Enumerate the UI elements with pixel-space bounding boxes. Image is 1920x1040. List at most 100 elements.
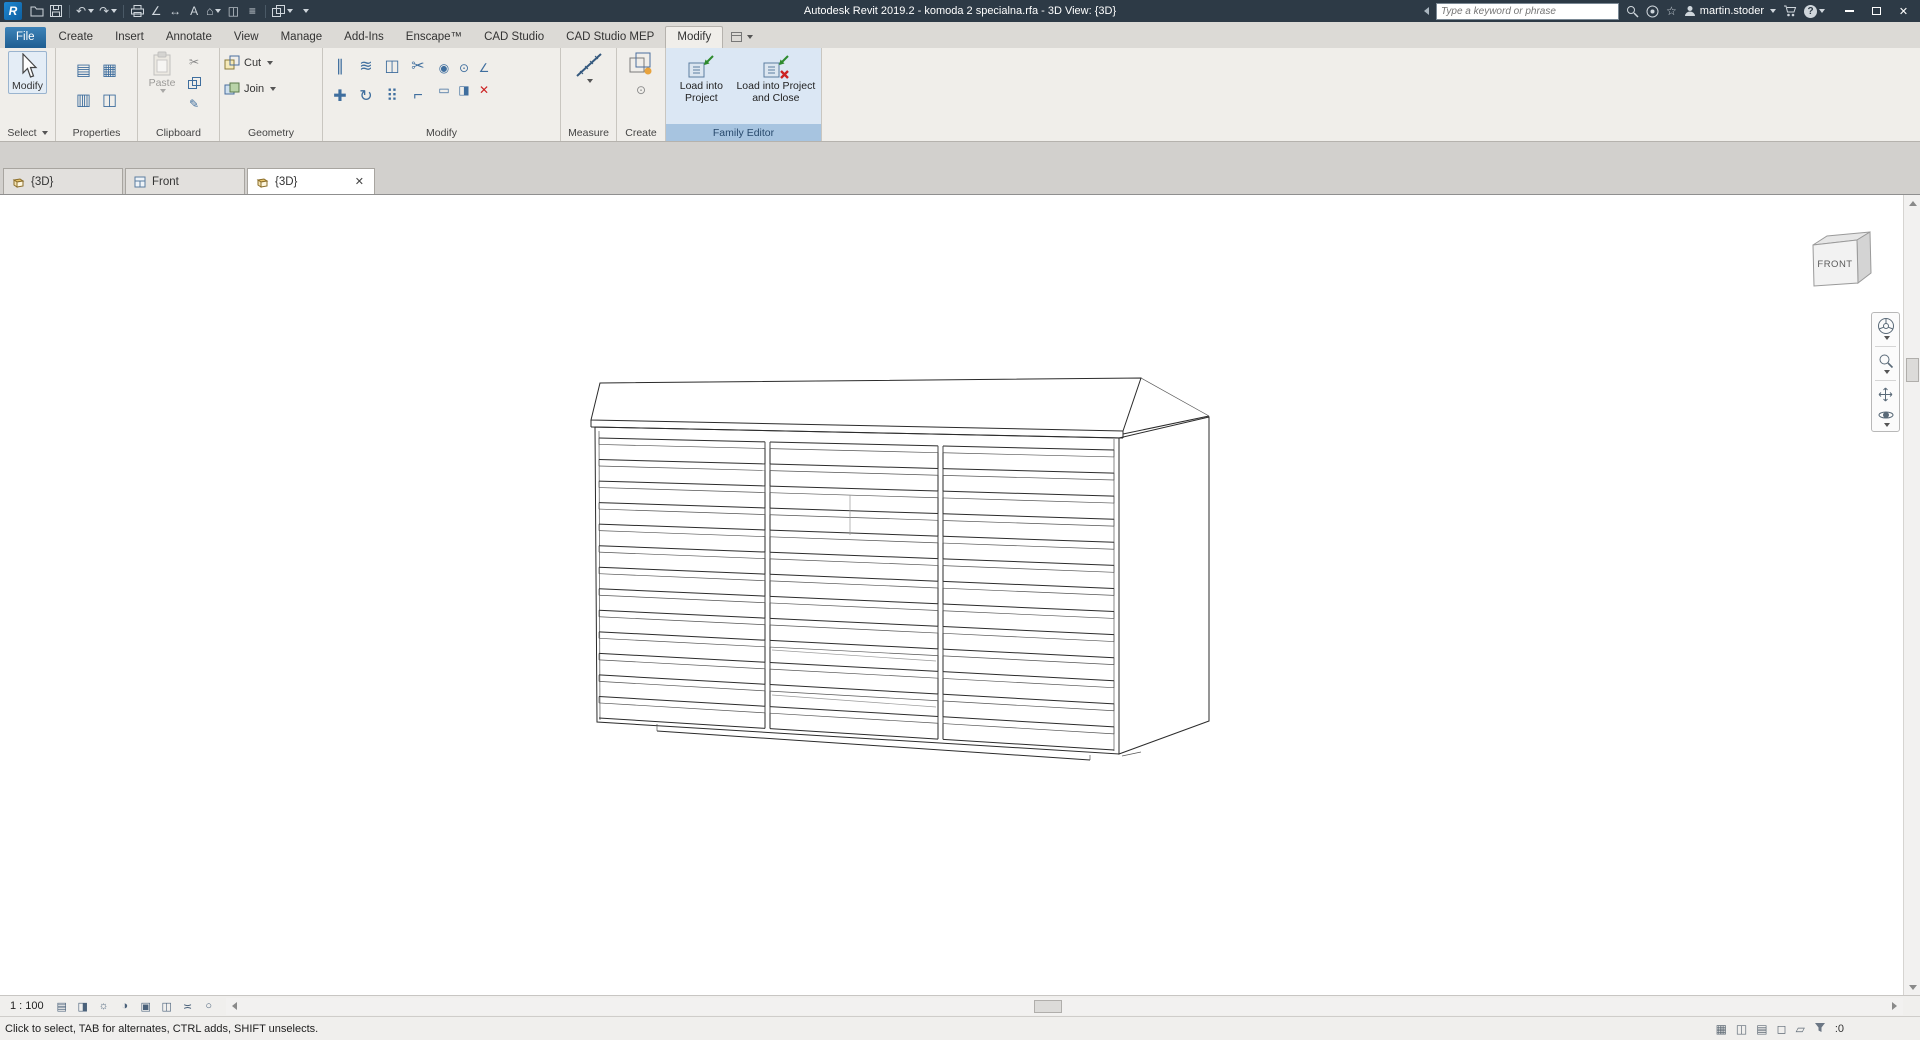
help-icon[interactable]: ?: [1804, 4, 1825, 18]
split-with-gap-icon[interactable]: ▭: [435, 81, 453, 99]
view-tab-3d-active[interactable]: {3D} ✕: [247, 168, 375, 194]
copy-to-clipboard-icon[interactable]: [185, 74, 203, 92]
modify-button[interactable]: Modify: [8, 51, 47, 94]
tab-annotate[interactable]: Annotate: [155, 27, 223, 48]
array-icon[interactable]: ⠿: [380, 84, 404, 108]
load-into-project-button[interactable]: Load into Project: [670, 51, 733, 104]
drawing-area[interactable]: FRONT: [0, 195, 1920, 995]
scroll-up-icon[interactable]: [1904, 195, 1920, 211]
close-button[interactable]: ✕: [1890, 0, 1917, 22]
infocenter-collapse-icon[interactable]: [1424, 7, 1430, 15]
select-panel-label[interactable]: Select: [0, 124, 55, 141]
maximize-button[interactable]: [1863, 0, 1890, 22]
revit-logo[interactable]: R: [4, 2, 22, 20]
unpin-icon[interactable]: ⊙: [455, 59, 473, 77]
move-icon[interactable]: ✚: [328, 84, 352, 108]
properties-tool-icon[interactable]: ▥: [72, 88, 96, 112]
properties-icon[interactable]: ▤: [72, 58, 96, 82]
show-crop-region-icon[interactable]: ◫: [158, 998, 176, 1014]
worksets-icon[interactable]: ▦: [1716, 1022, 1727, 1036]
align-icon[interactable]: ∥: [328, 54, 352, 78]
measure-icon[interactable]: ∠: [147, 2, 165, 20]
tab-modify[interactable]: Modify: [665, 26, 724, 48]
create-similar-icon[interactable]: ⊙: [632, 81, 650, 99]
default-3d-view-icon[interactable]: ⌂: [204, 2, 223, 20]
detail-level-icon[interactable]: ▤: [53, 998, 71, 1014]
properties-tool-icon[interactable]: ◫: [98, 88, 122, 112]
crop-view-icon[interactable]: ▣: [137, 998, 155, 1014]
reveal-hidden-elements-icon[interactable]: ○: [200, 998, 218, 1014]
text-icon[interactable]: A: [185, 2, 203, 20]
close-view-tab-icon[interactable]: ✕: [353, 175, 366, 188]
exclude-options-icon[interactable]: ◻: [1777, 1022, 1787, 1036]
viewcube[interactable]: FRONT: [1804, 225, 1876, 300]
visual-style-icon[interactable]: ◨: [74, 998, 92, 1014]
customize-qat-icon[interactable]: [296, 2, 314, 20]
tab-create[interactable]: Create: [48, 27, 105, 48]
trim-extend-icon[interactable]: ⌐: [406, 84, 430, 108]
scroll-left-icon[interactable]: [226, 998, 243, 1014]
pin-icon[interactable]: ◉: [435, 59, 453, 77]
print-icon[interactable]: [128, 2, 146, 20]
cut-geometry-button[interactable]: Cut: [224, 51, 274, 75]
drawing-canvas[interactable]: [0, 195, 1920, 995]
minimize-button[interactable]: [1836, 0, 1863, 22]
app-store-cart-icon[interactable]: [1783, 5, 1797, 17]
split-element-icon[interactable]: ✂: [406, 54, 430, 78]
pan-icon[interactable]: [1878, 387, 1893, 402]
switch-windows-icon[interactable]: [270, 2, 295, 20]
filter-icon[interactable]: [1814, 1022, 1826, 1036]
orbit-icon[interactable]: [1878, 408, 1894, 427]
scroll-right-icon[interactable]: [1886, 998, 1903, 1014]
create-group-button[interactable]: [628, 51, 654, 77]
open-icon[interactable]: [28, 2, 46, 20]
design-options-icon[interactable]: ◫: [1736, 1022, 1747, 1036]
join-geometry-button[interactable]: Join: [224, 77, 277, 101]
match-type-icon[interactable]: ✎: [185, 95, 203, 113]
ribbon-display-toggle[interactable]: [731, 32, 754, 48]
aligned-dimension-icon[interactable]: ↔: [166, 2, 184, 20]
mirror-icon[interactable]: ◫: [380, 54, 404, 78]
tab-view[interactable]: View: [223, 27, 270, 48]
view-tab-3d-1[interactable]: {3D}: [3, 168, 123, 194]
scroll-down-icon[interactable]: [1904, 979, 1920, 995]
cut-to-clipboard-icon[interactable]: ✂: [185, 53, 203, 71]
tab-cad-studio[interactable]: CAD Studio: [473, 27, 555, 48]
offset-icon[interactable]: ≋: [354, 54, 378, 78]
search-icon[interactable]: [1626, 5, 1639, 18]
viewcube-right-face[interactable]: [1856, 231, 1872, 284]
undo-button[interactable]: ↶: [74, 2, 96, 20]
temporary-hide-isolate-icon[interactable]: ≍: [179, 998, 197, 1014]
rotate-icon[interactable]: ↻: [354, 84, 378, 108]
tab-cad-studio-mep[interactable]: CAD Studio MEP: [555, 27, 665, 48]
tab-enscape[interactable]: Enscape™: [395, 27, 473, 48]
load-into-project-and-close-button[interactable]: Load into Project and Close: [735, 51, 817, 104]
navigation-wheel-icon[interactable]: [1877, 317, 1895, 340]
trim-corner-icon[interactable]: ◨: [455, 81, 473, 99]
horizontal-scroll-thumb[interactable]: [1033, 999, 1062, 1013]
family-types-icon[interactable]: ▦: [98, 58, 122, 82]
tab-add-ins[interactable]: Add-Ins: [333, 27, 395, 48]
main-model-icon[interactable]: ▤: [1756, 1022, 1767, 1036]
press-drag-icon[interactable]: ▱: [1796, 1022, 1805, 1036]
favorites-icon[interactable]: ☆: [1666, 4, 1677, 18]
view-tab-front[interactable]: Front: [125, 168, 245, 194]
tab-manage[interactable]: Manage: [270, 27, 334, 48]
horizontal-scrollbar[interactable]: [225, 997, 1903, 1015]
paste-button[interactable]: Paste: [142, 51, 182, 93]
thin-lines-icon[interactable]: ≡: [243, 2, 261, 20]
scale-icon[interactable]: ∠: [475, 59, 493, 77]
search-input[interactable]: [1436, 2, 1620, 20]
signin-user[interactable]: martin.stoder: [1684, 5, 1776, 17]
save-icon[interactable]: [47, 2, 65, 20]
vertical-scroll-thumb[interactable]: [1906, 358, 1919, 382]
shadows-icon[interactable]: ◑: [116, 998, 134, 1014]
measure-button[interactable]: [574, 51, 604, 83]
redo-button[interactable]: ↷: [97, 2, 119, 20]
zoom-icon[interactable]: [1878, 353, 1894, 374]
view-scale-button[interactable]: 1 : 100: [10, 1000, 44, 1012]
delete-icon[interactable]: ✕: [475, 81, 493, 99]
subscription-icon[interactable]: [1646, 5, 1659, 18]
vertical-scrollbar[interactable]: [1903, 195, 1920, 995]
sun-path-icon[interactable]: ☼: [95, 998, 113, 1014]
